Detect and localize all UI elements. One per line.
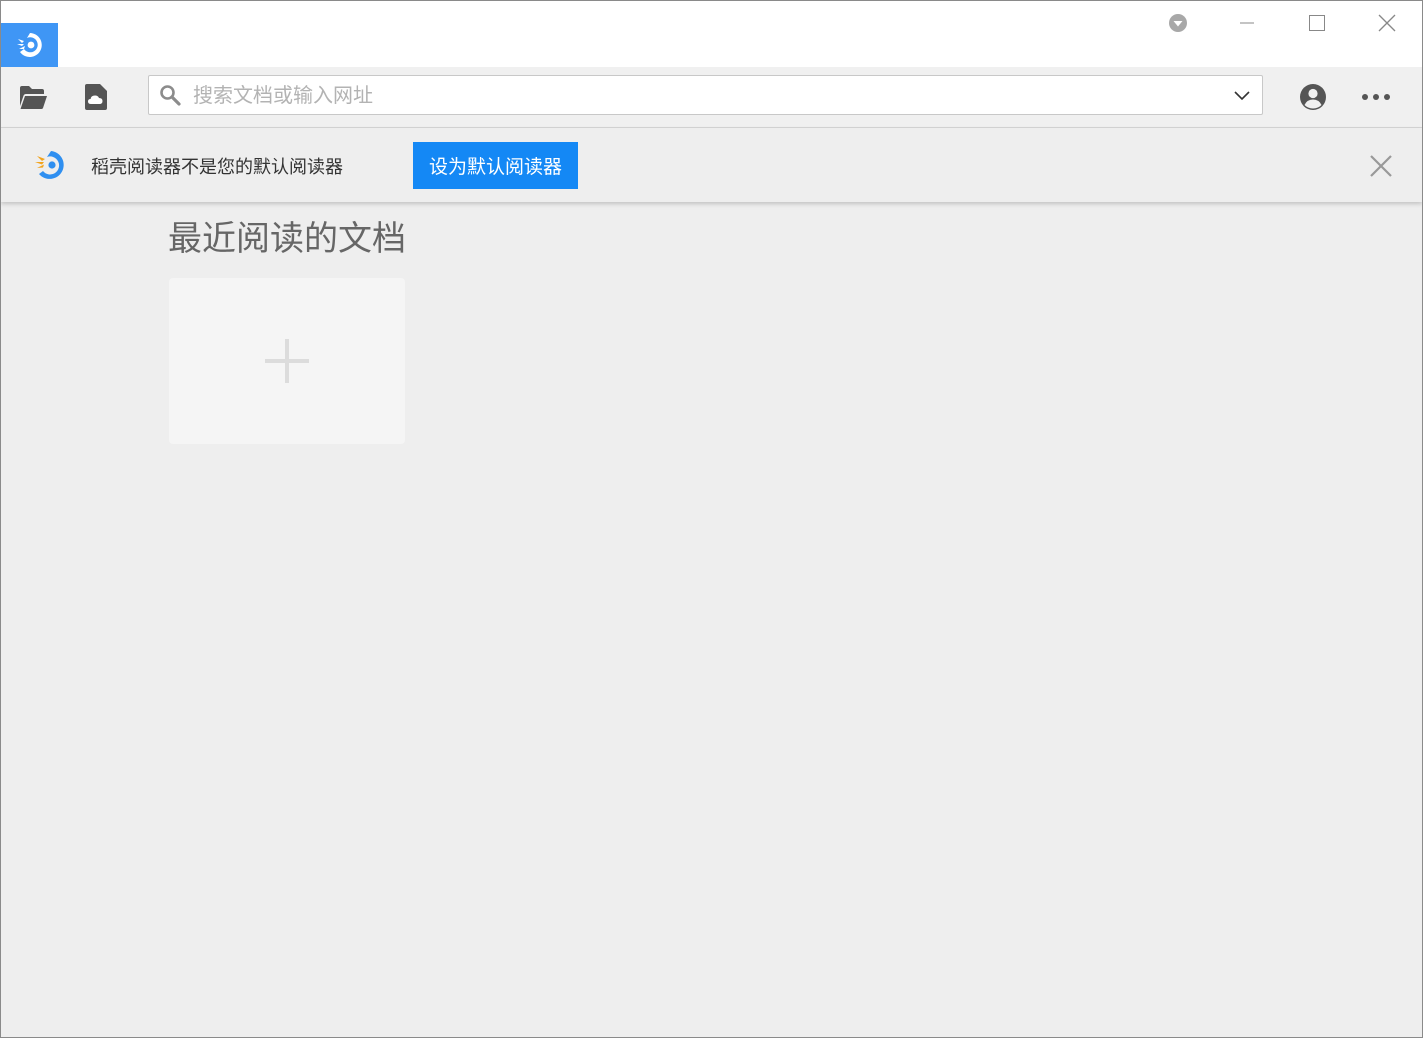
open-folder-icon [20,86,47,109]
chevron-down-icon[interactable] [1232,86,1252,106]
account-button[interactable] [1295,79,1331,115]
search-input[interactable] [193,79,1213,111]
more-button[interactable] [1358,79,1394,115]
search-icon [160,85,181,106]
cloud-document-button[interactable] [78,79,114,115]
close-icon [1378,14,1396,32]
close-notification-icon[interactable] [1367,152,1395,180]
update-icon [1169,14,1187,32]
maximize-button[interactable] [1282,1,1352,45]
search-box[interactable] [148,75,1263,115]
default-reader-notification: 稻壳阅读器不是您的默认阅读器 设为默认阅读器 [1,128,1422,202]
set-default-reader-button[interactable]: 设为默认阅读器 [413,142,578,189]
title-bar[interactable] [1,1,1422,67]
add-document-tile[interactable] [169,278,405,444]
notification-message: 稻壳阅读器不是您的默认阅读器 [91,157,343,178]
toolbar [1,67,1422,128]
app-logo-icon [35,151,64,179]
minimize-button[interactable] [1212,1,1282,45]
open-folder-button[interactable] [15,79,51,115]
app-logo-icon[interactable] [1,23,58,67]
app-window: 稻壳阅读器不是您的默认阅读器 设为默认阅读器 最近阅读的文档 [0,0,1423,1038]
account-icon [1300,84,1326,110]
cloud-document-icon [85,84,107,110]
update-button[interactable] [1143,1,1213,45]
minimize-icon [1240,22,1254,24]
more-icon [1362,94,1390,100]
close-window-button[interactable] [1352,1,1422,45]
recent-documents-title: 最近阅读的文档 [168,219,406,259]
plus-icon [265,339,309,383]
maximize-icon [1309,15,1325,31]
